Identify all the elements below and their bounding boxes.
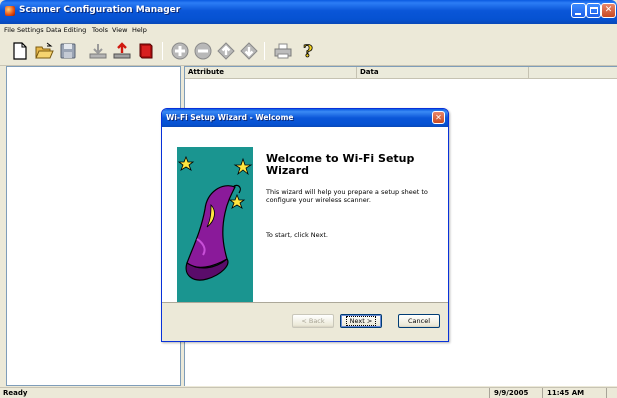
menu-data-editing[interactable]: Data Editing: [46, 26, 86, 34]
svg-text:?: ?: [303, 42, 313, 61]
save-icon[interactable]: [58, 41, 78, 61]
close-icon: ✕: [435, 113, 442, 122]
toolbar-separator: [162, 42, 163, 60]
column-header-attribute[interactable]: Attribute: [185, 67, 357, 79]
move-down-icon[interactable]: [239, 41, 259, 61]
help-icon[interactable]: ?: [298, 41, 318, 61]
back-button[interactable]: < Back: [292, 314, 334, 328]
maximize-icon: [590, 7, 598, 14]
minimize-button[interactable]: [571, 3, 586, 18]
menu-settings[interactable]: Settings: [17, 26, 44, 34]
resize-grip[interactable]: [606, 388, 617, 398]
minimize-icon: [575, 13, 581, 15]
move-up-icon[interactable]: [216, 41, 236, 61]
wizard-hat-icon: [177, 147, 253, 312]
book-icon[interactable]: [136, 41, 156, 61]
status-text: Ready: [3, 389, 28, 397]
status-time: 11:45 AM: [542, 388, 606, 398]
menu-file[interactable]: File: [4, 26, 15, 34]
next-button-label: Next >: [345, 316, 377, 326]
next-button[interactable]: Next >: [340, 314, 382, 328]
add-icon[interactable]: [170, 41, 190, 61]
app-icon: [5, 6, 15, 16]
close-button[interactable]: ✕: [601, 3, 616, 18]
cancel-button[interactable]: Cancel: [398, 314, 440, 328]
wizard-dialog: Wi-Fi Setup Wizard - Welcome ✕ Welcome t…: [161, 108, 449, 342]
menu-bar: File Settings Data Editing Tools View He…: [0, 24, 617, 36]
dialog-title: Wi-Fi Setup Wizard - Welcome: [166, 113, 294, 122]
open-folder-icon[interactable]: [34, 41, 54, 61]
dialog-footer: < Back Next > Cancel: [162, 302, 448, 341]
print-icon[interactable]: [273, 41, 293, 61]
remove-icon[interactable]: [193, 41, 213, 61]
wizard-description: This wizard will help you prepare a setu…: [266, 188, 428, 204]
export-tray-icon[interactable]: [112, 41, 132, 61]
import-tray-icon[interactable]: [88, 41, 108, 61]
wizard-illustration: [177, 147, 253, 312]
status-bar: Ready 9/9/2005 11:45 AM: [0, 387, 617, 398]
menu-help[interactable]: Help: [132, 26, 147, 34]
status-date: 9/9/2005: [489, 388, 542, 398]
close-icon: ✕: [604, 5, 613, 15]
window-titlebar[interactable]: Scanner Configuration Manager ✕: [0, 0, 617, 24]
window-title: Scanner Configuration Manager: [19, 5, 181, 15]
wizard-heading: Welcome to Wi-Fi Setup Wizard: [266, 152, 415, 177]
new-document-icon[interactable]: [10, 41, 30, 61]
column-header-empty: [529, 67, 617, 79]
tree-pane[interactable]: [6, 66, 181, 386]
menu-view[interactable]: View: [112, 26, 127, 34]
maximize-button[interactable]: [586, 3, 601, 18]
toolbar-separator: [264, 42, 265, 60]
dialog-close-button[interactable]: ✕: [432, 111, 445, 124]
menu-tools[interactable]: Tools: [92, 26, 108, 34]
dialog-titlebar[interactable]: Wi-Fi Setup Wizard - Welcome ✕: [162, 109, 448, 127]
wizard-instruction: To start, click Next.: [266, 231, 328, 239]
column-header-data[interactable]: Data: [357, 67, 529, 79]
